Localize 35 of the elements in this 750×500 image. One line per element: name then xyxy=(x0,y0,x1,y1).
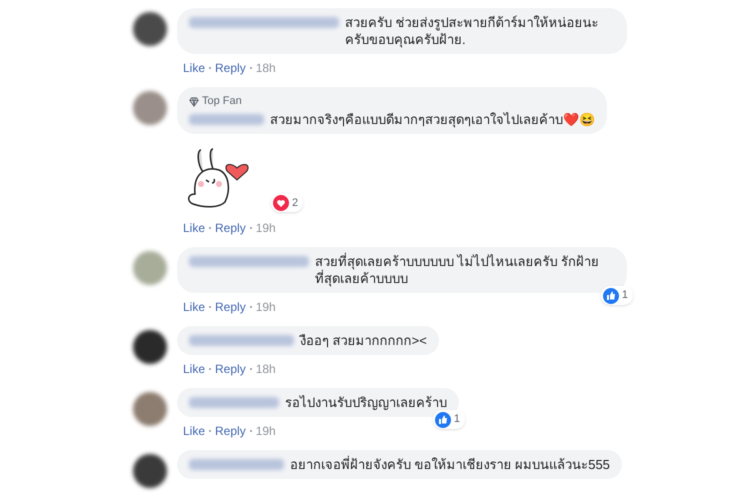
reply-link[interactable]: Reply xyxy=(215,422,246,440)
blurred-name[interactable] xyxy=(189,114,264,125)
avatar[interactable] xyxy=(133,12,167,46)
like-link[interactable]: Like xyxy=(183,422,206,440)
comment-time[interactable]: 18h xyxy=(256,360,276,378)
diamond-icon xyxy=(189,96,199,106)
reaction-count[interactable]: 2 xyxy=(271,194,304,212)
like-link[interactable]: Like xyxy=(183,219,206,237)
top-fan-label: Top Fan xyxy=(202,94,242,109)
blurred-name[interactable] xyxy=(189,397,279,408)
blurred-name[interactable] xyxy=(189,335,294,346)
comment-text: อยากเจอพี่ฝ้ายจังครับ ขอให้มาเชียงราย ผมบนแล้วนะ555 xyxy=(290,456,610,473)
comment-text: สวยครับ ช่วยส่งรูปสะพายกีต้าร์มาให้หน่อยนะครับขอบคุณครับฝ้าย. xyxy=(345,14,600,48)
like-link[interactable]: Like xyxy=(183,360,206,378)
like-link[interactable]: Like xyxy=(183,298,206,316)
comment-time[interactable]: 19h xyxy=(256,298,276,316)
comment-text: งืออๆ สวยมากกกกก>< xyxy=(300,332,427,349)
reply-link[interactable]: Reply xyxy=(215,360,246,378)
like-link[interactable]: Like xyxy=(183,59,206,77)
avatar[interactable] xyxy=(133,330,167,364)
reply-link[interactable]: Reply xyxy=(215,219,246,237)
comment-time[interactable]: 18h xyxy=(256,59,276,77)
comment-time[interactable]: 19h xyxy=(256,219,276,237)
avatar[interactable] xyxy=(133,454,167,488)
blurred-name[interactable] xyxy=(189,256,309,267)
reaction-count[interactable]: 1 xyxy=(600,286,633,305)
reaction-count[interactable]: 1 xyxy=(432,410,465,429)
reply-link[interactable]: Reply xyxy=(215,59,246,77)
comment-text: รอไปงานรับปริญญาเลยคร้าบ xyxy=(285,394,447,411)
reply-link[interactable]: Reply xyxy=(215,298,246,316)
comment-text: สวยที่สุดเลยคร้าบบบบบบ ไม่ไปไหนเลยครับ รักฝ้ายที่สุดเลยค้าบบบบ xyxy=(315,253,600,287)
blurred-name[interactable] xyxy=(189,17,339,28)
comment-text: สวยมากจริงๆคือแบบดีมากๆสวยสุดๆเอาใจไปเลยค้าบ❤😆 xyxy=(270,111,595,128)
comment-time[interactable]: 19h xyxy=(256,422,276,440)
blurred-name[interactable] xyxy=(189,459,284,470)
